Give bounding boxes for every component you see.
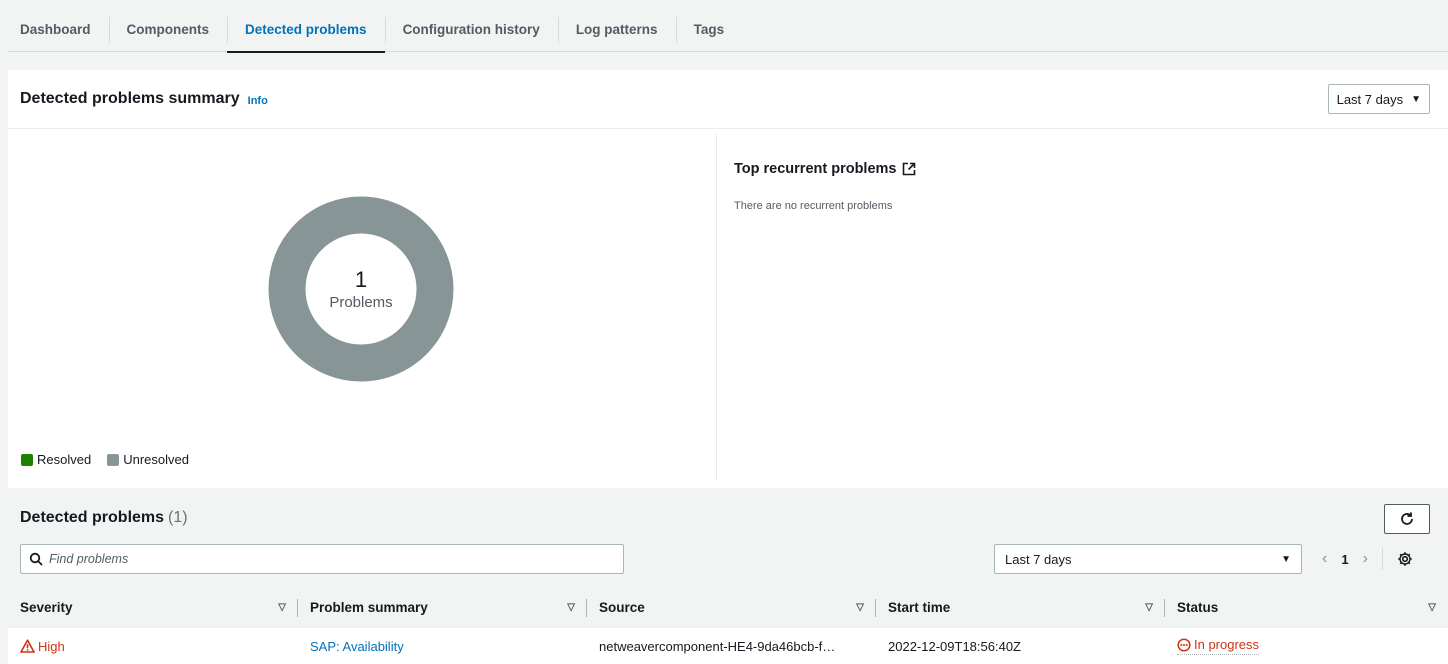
col-label: Severity xyxy=(20,600,73,615)
tab-detected-problems[interactable]: Detected problems xyxy=(227,8,385,53)
legend-resolved-label: Resolved xyxy=(37,452,92,467)
legend-unresolved: Unresolved xyxy=(107,452,189,467)
tab-configuration-history[interactable]: Configuration history xyxy=(384,8,558,52)
problems-range-select[interactable]: Last 7 days ▼ xyxy=(994,544,1302,574)
search-icon xyxy=(29,552,43,566)
chart-legend: Resolved Unresolved xyxy=(21,452,199,467)
summary-header: Detected problems summary Info Last 7 da… xyxy=(8,70,1448,129)
tab-log-patterns[interactable]: Log patterns xyxy=(557,8,676,52)
status-cell: In progress xyxy=(1165,637,1448,655)
problems-title-text: Detected problems xyxy=(20,509,165,526)
table-row: High SAP: Availability netweavercomponen… xyxy=(8,628,1448,664)
search-input[interactable] xyxy=(49,552,609,566)
pagination: ‹ 1 › xyxy=(1322,544,1413,574)
page-number[interactable]: 1 xyxy=(1341,552,1348,567)
external-link-icon xyxy=(903,162,916,176)
tab-dashboard[interactable]: Dashboard xyxy=(8,8,109,52)
caret-down-icon: ▼ xyxy=(1281,553,1291,565)
recurrent-empty-text: There are no recurrent problems xyxy=(734,200,893,212)
col-label: Start time xyxy=(888,600,951,615)
col-label: Status xyxy=(1177,600,1219,615)
start-time-cell: 2022-12-09T18:56:40Z xyxy=(888,638,1021,654)
sort-icon: ▽ xyxy=(567,602,575,613)
recurrent-problems-heading[interactable]: Top recurrent problems xyxy=(734,161,916,177)
column-header-severity[interactable]: Severity ▽ xyxy=(8,589,298,627)
in-progress-icon xyxy=(1177,637,1191,652)
search-field[interactable] xyxy=(20,544,624,574)
problems-donut-chart: 1 Problems xyxy=(268,196,454,382)
sort-icon: ▽ xyxy=(278,602,286,613)
pager-divider xyxy=(1381,548,1383,570)
column-header-problem-summary[interactable]: Problem summary ▽ xyxy=(298,589,587,627)
caret-down-icon: ▼ xyxy=(1411,93,1421,105)
status-label: In progress xyxy=(1194,637,1260,652)
next-page-icon[interactable]: › xyxy=(1363,550,1368,568)
problems-title: Detected problems (1) xyxy=(20,509,188,527)
source-cell: netweavercomponent-HE4-9da46bcb-f… xyxy=(599,638,836,654)
tab-tags[interactable]: Tags xyxy=(675,8,743,52)
sort-icon: ▽ xyxy=(1145,602,1153,613)
legend-resolved: Resolved xyxy=(21,452,91,467)
summary-range-value: Last 7 days xyxy=(1336,91,1404,107)
column-header-status[interactable]: Status ▽ xyxy=(1165,589,1448,627)
summary-panel: Detected problems summary Info Last 7 da… xyxy=(8,70,1448,488)
severity-value: High xyxy=(20,639,286,654)
problems-panel: Detected problems(1) Last 7 days ▼ ‹ 1 ›… xyxy=(8,488,1448,664)
table-header: Severity ▽ Problem summary ▽ Source ▽ Start… xyxy=(8,589,1448,627)
sort-icon: ▽ xyxy=(856,602,864,613)
sort-icon: ▽ xyxy=(1428,602,1436,613)
settings-gear-icon[interactable] xyxy=(1397,551,1413,567)
problem-summary-link[interactable]: SAP: Availability xyxy=(310,639,404,654)
refresh-button[interactable] xyxy=(1384,504,1430,534)
prev-page-icon[interactable]: ‹ xyxy=(1322,550,1327,568)
summary-range-select[interactable]: Last 7 days ▼ xyxy=(1327,84,1430,114)
donut-label: Problems xyxy=(329,293,393,311)
summary-title: Detected problems summary xyxy=(20,90,240,107)
problems-range-value: Last 7 days xyxy=(1005,551,1072,567)
unresolved-swatch xyxy=(107,453,120,466)
tab-components[interactable]: Components xyxy=(108,8,228,52)
severity-label: High xyxy=(38,638,65,654)
refresh-icon xyxy=(1401,512,1413,525)
legend-unresolved-label: Unresolved xyxy=(123,452,189,467)
summary-cell: SAP: Availability xyxy=(298,639,587,654)
summary-divider xyxy=(716,134,717,480)
severity-cell: High xyxy=(8,639,298,654)
recurrent-title-text: Top recurrent problems xyxy=(734,161,897,177)
column-header-start-time[interactable]: Start time ▽ xyxy=(876,589,1165,627)
col-label: Source xyxy=(599,600,645,615)
resolved-swatch xyxy=(21,453,33,466)
tab-bar: Dashboard Components Detected problems C… xyxy=(8,8,1448,53)
problems-count: (1) xyxy=(168,509,188,526)
donut-count: 1 xyxy=(354,266,368,292)
info-link[interactable]: Info xyxy=(248,95,268,107)
donut-center: 1 Problems xyxy=(268,196,454,382)
column-header-source[interactable]: Source ▽ xyxy=(587,589,876,627)
status-badge[interactable]: In progress xyxy=(1177,637,1260,655)
warning-icon xyxy=(20,639,35,653)
col-label: Problem summary xyxy=(310,600,428,615)
